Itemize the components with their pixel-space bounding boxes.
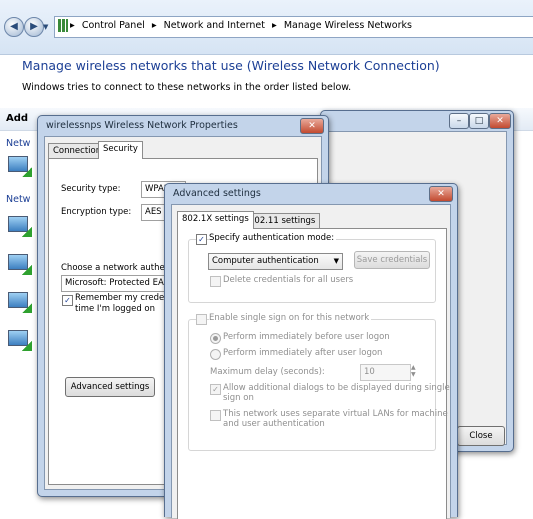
close-icon[interactable]: ✕	[489, 113, 511, 129]
maximize-icon[interactable]: □	[469, 113, 489, 129]
advanced-settings-dialog: Advanced settings ✕ 802.1X settings 802.…	[164, 183, 458, 519]
advanced-dialog-client: 802.1X settings 802.11 settings ✓ Specif…	[171, 204, 451, 519]
minimize-icon[interactable]: –	[449, 113, 469, 129]
close-button[interactable]: Close	[457, 426, 505, 446]
breadcrumb-network-internet[interactable]: Network and Internet	[164, 20, 265, 31]
tab-security[interactable]: Security	[98, 141, 143, 159]
close-icon[interactable]: ✕	[429, 186, 453, 202]
wireless-network-icon[interactable]	[8, 330, 32, 352]
auth-method-select[interactable]: Microsoft: Protected EAP (P	[61, 275, 181, 292]
perform-before-radio[interactable]	[210, 333, 221, 344]
separate-vlan-label-2: and user authentication	[223, 419, 325, 429]
enable-sso-label: Enable single sign on for this network	[209, 313, 372, 323]
remember-credentials-label-2: time I'm logged on	[75, 304, 155, 314]
max-delay-input[interactable]: 10	[360, 364, 411, 381]
spinner-arrows-icon[interactable]: ▲ ▼	[411, 364, 416, 378]
delete-credentials-label: Delete credentials for all users	[223, 275, 354, 285]
network-header-label: Netw	[6, 138, 31, 149]
tab-80211-settings[interactable]: 802.11 settings	[244, 213, 321, 229]
dialog-title: Advanced settings	[173, 188, 261, 199]
breadcrumb-arrow-icon[interactable]: ▸	[152, 20, 157, 31]
auth-mode-dropdown[interactable]: Computer authentication ▼	[208, 253, 343, 270]
add-button[interactable]: Add	[6, 113, 28, 124]
breadcrumb-arrow-icon[interactable]: ▸	[70, 20, 75, 31]
advanced-settings-button[interactable]: Advanced settings	[65, 377, 155, 397]
chevron-down-icon: ▼	[333, 257, 339, 265]
breadcrumb-manage-wireless[interactable]: Manage Wireless Networks	[284, 20, 412, 31]
control-panel-icon	[58, 19, 68, 32]
separate-vlan-checkbox[interactable]	[210, 410, 221, 421]
auth-mode-value: Computer authentication	[212, 256, 319, 266]
breadcrumb-arrow-icon[interactable]: ▸	[272, 20, 277, 31]
save-credentials-button[interactable]: Save credentials	[354, 251, 430, 269]
wireless-network-icon[interactable]	[8, 216, 32, 238]
allow-dialogs-label-2: sign on	[223, 393, 254, 403]
wireless-network-icon[interactable]	[8, 254, 32, 276]
encryption-type-label: Encryption type:	[61, 207, 132, 217]
delete-credentials-checkbox[interactable]	[210, 276, 221, 287]
security-type-label: Security type:	[61, 184, 121, 194]
back-button[interactable]: ◀	[4, 17, 24, 37]
separate-vlan-label: This network uses separate virtual LANs …	[223, 409, 448, 419]
tab-8021x-settings[interactable]: 802.1X settings	[177, 211, 254, 229]
breadcrumb: ▸ Control Panel ▸ Network and Internet ▸…	[70, 20, 416, 31]
specify-auth-label: Specify authentication mode:	[209, 233, 337, 243]
perform-after-radio[interactable]	[210, 349, 221, 360]
history-dropdown-icon[interactable]: ▼	[43, 23, 48, 31]
page-subtitle: Windows tries to connect to these networ…	[22, 82, 352, 93]
page-title: Manage wireless networks that use (Wirel…	[22, 58, 440, 73]
perform-after-label: Perform immediately after user logon	[223, 348, 383, 358]
specify-auth-checkbox[interactable]: ✓	[196, 234, 207, 245]
remember-credentials-checkbox[interactable]: ✓	[62, 295, 73, 306]
breadcrumb-control-panel[interactable]: Control Panel	[82, 20, 145, 31]
dialog-title: wirelessnps Wireless Network Properties	[46, 120, 238, 131]
enable-sso-checkbox[interactable]	[196, 314, 207, 325]
allow-dialogs-label: Allow additional dialogs to be displayed…	[223, 383, 450, 393]
wireless-network-icon[interactable]	[8, 292, 32, 314]
max-delay-label: Maximum delay (seconds):	[210, 367, 325, 377]
network-header-label: Netw	[6, 194, 31, 205]
close-icon[interactable]: ✕	[300, 118, 324, 134]
forward-button[interactable]: ▶	[24, 17, 44, 37]
perform-before-label: Perform immediately before user logon	[223, 332, 390, 342]
wireless-network-icon[interactable]	[8, 156, 32, 178]
auth-mode-group	[188, 239, 436, 303]
8021x-panel: ✓ Specify authentication mode: Computer …	[177, 228, 450, 519]
allow-dialogs-checkbox[interactable]: ✓	[210, 384, 221, 395]
